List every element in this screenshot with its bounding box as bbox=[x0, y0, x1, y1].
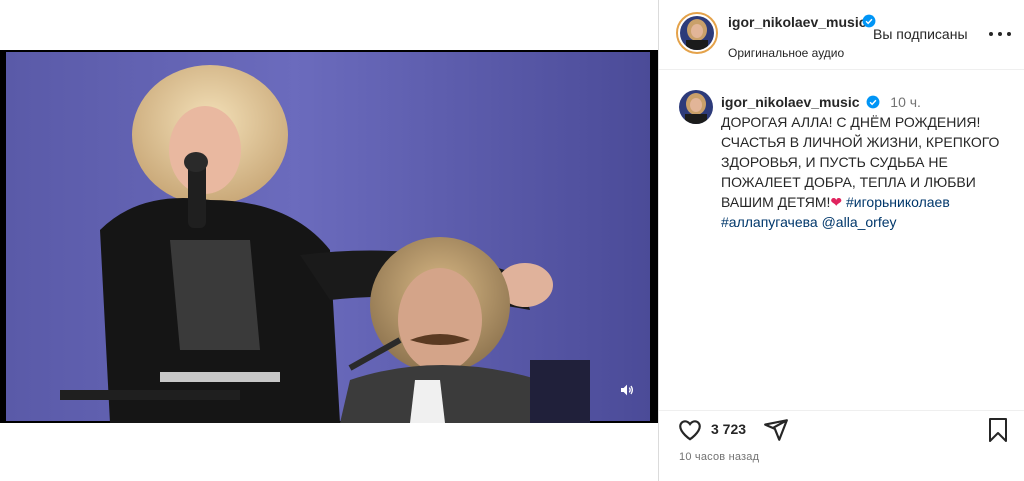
more-options-icon[interactable] bbox=[989, 27, 1011, 41]
avatar-image bbox=[679, 90, 713, 124]
media-pane bbox=[0, 0, 658, 481]
heart-icon bbox=[679, 420, 701, 441]
caption-body: igor_nikolaev_music 10 ч. ДОРОГАЯ АЛЛА! … bbox=[721, 92, 1011, 232]
caption-time: 10 ч. bbox=[890, 94, 921, 110]
action-bar: 3 723 bbox=[659, 410, 1024, 446]
like-count[interactable]: 3 723 bbox=[711, 421, 746, 437]
following-button[interactable]: Вы подписаны bbox=[873, 26, 968, 42]
avatar-image bbox=[680, 16, 714, 50]
video-player[interactable] bbox=[0, 50, 658, 423]
post-header: igor_nikolaev_music Оригинальное аудио В… bbox=[659, 0, 1024, 70]
audio-label[interactable]: Оригинальное аудио bbox=[728, 46, 844, 60]
post-timestamp[interactable]: 10 часов назад bbox=[679, 451, 759, 463]
avatar[interactable] bbox=[676, 12, 718, 54]
like-button[interactable] bbox=[677, 417, 703, 443]
caption-username[interactable]: igor_nikolaev_music bbox=[721, 94, 860, 110]
heart-emoji: ❤ bbox=[830, 194, 843, 210]
share-button[interactable] bbox=[763, 417, 789, 443]
send-icon bbox=[764, 419, 788, 441]
side-pane: igor_nikolaev_music Оригинальное аудио В… bbox=[658, 0, 1024, 481]
hashtag-link[interactable]: #аллапугачева bbox=[721, 214, 818, 230]
verified-icon bbox=[866, 95, 880, 109]
caption-avatar[interactable] bbox=[679, 90, 713, 124]
video-frame bbox=[0, 50, 658, 423]
mention-link[interactable]: @alla_orfey bbox=[822, 214, 897, 230]
bookmark-icon bbox=[989, 418, 1007, 442]
mute-button[interactable] bbox=[616, 379, 638, 401]
hashtag-link[interactable]: #игорьниколаев bbox=[846, 194, 950, 210]
volume-icon bbox=[621, 384, 633, 396]
media-top-band bbox=[0, 0, 658, 50]
header-username[interactable]: igor_nikolaev_music bbox=[728, 13, 868, 31]
save-button[interactable] bbox=[987, 417, 1009, 443]
